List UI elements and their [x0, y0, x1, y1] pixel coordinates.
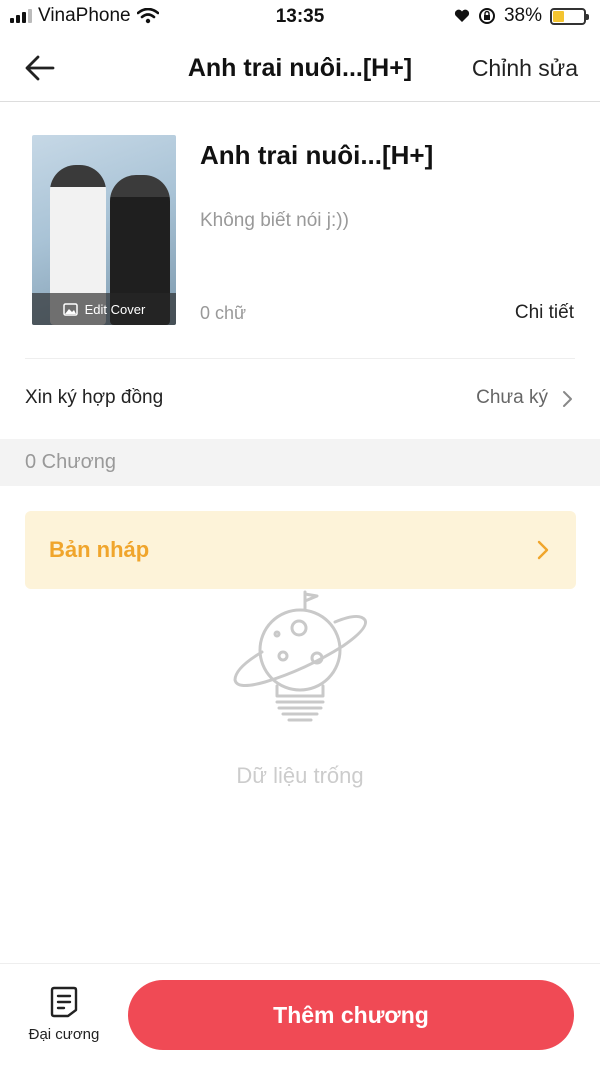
chapter-count-bar: 0 Chương	[0, 439, 600, 486]
contract-row[interactable]: Xin ký hợp đồng Chưa ký	[0, 370, 600, 426]
heart-icon	[454, 9, 470, 22]
contract-status: Chưa ký	[476, 387, 548, 408]
contract-label: Xin ký hợp đồng	[25, 387, 164, 408]
edit-cover-label: Edit Cover	[84, 301, 146, 317]
status-bar: VinaPhone 13:35 38%	[0, 0, 600, 34]
draft-card[interactable]: Bản nháp	[25, 511, 576, 589]
battery-icon	[550, 7, 589, 25]
add-chapter-button[interactable]: Thêm chương	[128, 980, 574, 1050]
status-right: 38%	[454, 5, 589, 27]
arrow-left-icon	[25, 55, 55, 81]
chevron-right-icon	[537, 540, 549, 560]
edit-button[interactable]: Chỉnh sửa	[472, 55, 578, 82]
back-button[interactable]	[20, 50, 60, 86]
nav-header: Anh trai nuôi...[H+] Chỉnh sửa	[0, 34, 600, 102]
chapter-count: 0 Chương	[25, 451, 116, 473]
book-title: Anh trai nuôi...[H+]	[200, 140, 434, 170]
lightbulb-planet-icon	[233, 590, 368, 722]
bottom-action-bar: Đại cương Thêm chương	[0, 963, 600, 1067]
document-icon	[50, 986, 78, 1018]
draft-label: Bản nháp	[49, 537, 150, 562]
outline-button[interactable]: Đại cương	[16, 982, 112, 1050]
chevron-right-icon	[563, 391, 572, 407]
empty-state-text: Dữ liệu trống	[236, 763, 364, 788]
word-count: 0 chữ	[200, 303, 247, 323]
divider	[25, 358, 575, 359]
page-title: Anh trai nuôi...[H+]	[187, 54, 413, 82]
outline-label: Đại cương	[28, 1026, 100, 1043]
book-cover[interactable]: Edit Cover	[32, 135, 176, 325]
orientation-lock-icon	[478, 8, 495, 24]
edit-cover-button[interactable]: Edit Cover	[32, 293, 176, 325]
image-icon	[62, 302, 78, 316]
battery-percent: 38%	[503, 5, 542, 26]
details-link[interactable]: Chi tiết	[515, 302, 574, 324]
book-description: Không biết nói j:))	[200, 210, 349, 231]
